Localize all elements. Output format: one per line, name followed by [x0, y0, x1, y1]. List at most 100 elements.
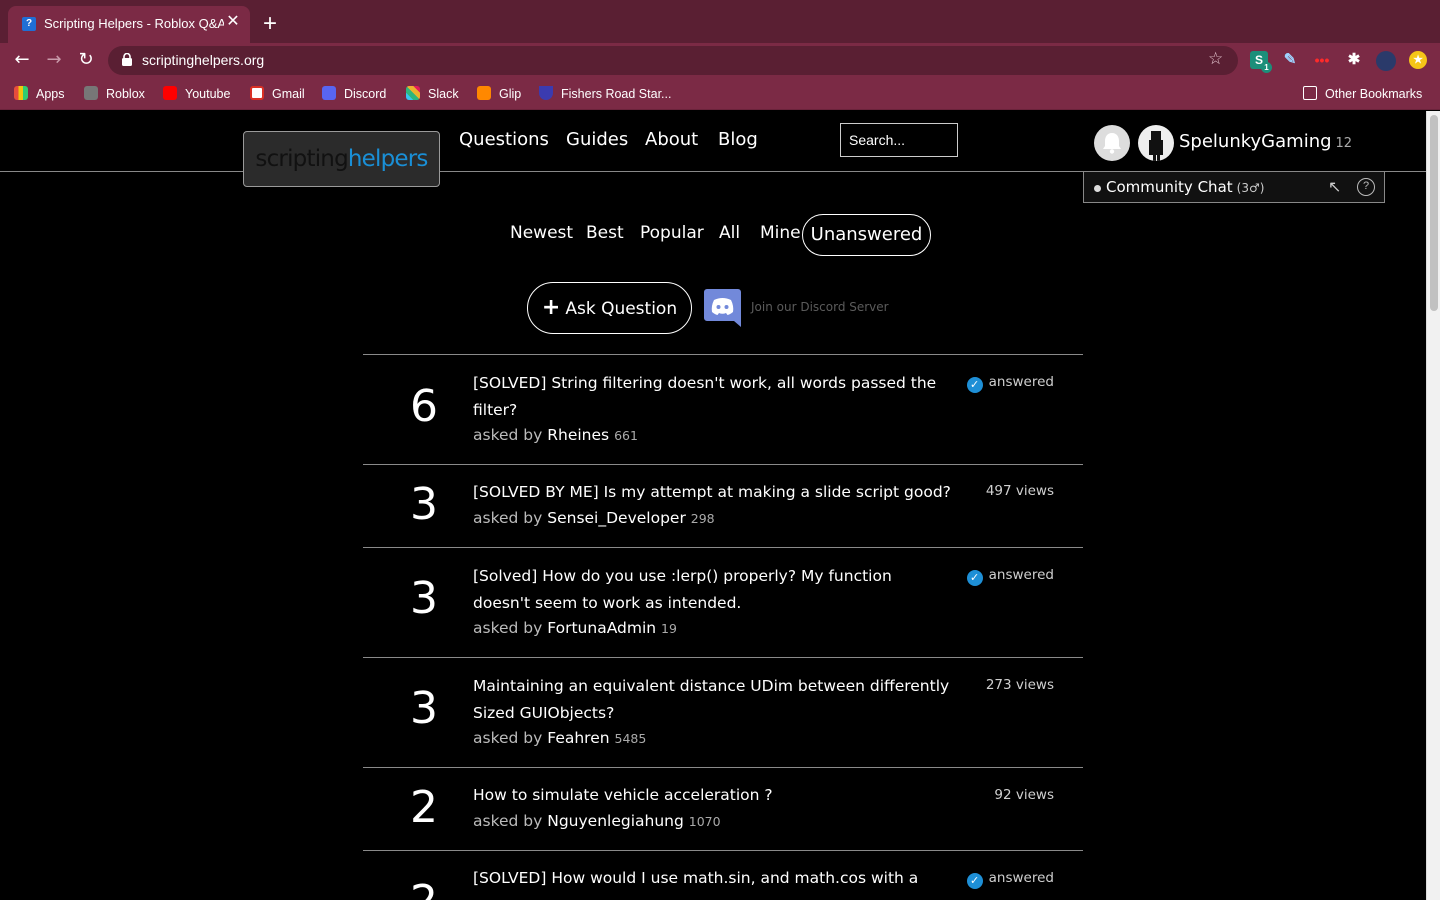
- tab-title: Scripting Helpers - Roblox Q&A: [44, 16, 224, 31]
- bookmark-label: Gmail: [272, 87, 305, 101]
- nav-guides[interactable]: Guides: [566, 129, 628, 150]
- bookmark-glip[interactable]: Glip: [477, 86, 521, 101]
- glip-icon: [477, 86, 491, 100]
- bookmark-gmail[interactable]: Gmail: [250, 86, 305, 101]
- browser-tabstrip: ? Scripting Helpers - Roblox Q&A ✕ +: [0, 0, 1440, 43]
- extensions-puzzle-icon[interactable]: ✱: [1345, 51, 1363, 69]
- discord-icon[interactable]: [703, 288, 742, 328]
- author-reputation: 5485: [614, 731, 647, 746]
- popout-arrow-icon[interactable]: ↖: [1328, 177, 1341, 196]
- chat-title: Community Chat: [1106, 178, 1233, 196]
- asked-by-label: asked by: [473, 509, 543, 527]
- nav-questions[interactable]: Questions: [459, 129, 549, 150]
- profile-avatar[interactable]: [1376, 51, 1396, 71]
- bookmark-label: Slack: [428, 87, 459, 101]
- question-title[interactable]: [SOLVED] How would I use math.sin, and m…: [473, 865, 953, 892]
- extension-badge: 1: [1261, 62, 1272, 73]
- author-reputation: 661: [614, 428, 638, 443]
- discord-icon: [322, 86, 336, 100]
- forward-arrow-icon[interactable]: →: [42, 48, 66, 72]
- bookmark-discord[interactable]: Discord: [322, 86, 386, 101]
- check-circle-icon: ✓: [966, 377, 983, 393]
- question-title[interactable]: Maintaining an equivalent distance UDim …: [473, 673, 953, 727]
- question-title[interactable]: [SOLVED BY ME] Is my attempt at making a…: [473, 479, 953, 506]
- question-status: ✓ answered: [966, 567, 1054, 586]
- bookmark-roblox[interactable]: Roblox: [84, 86, 145, 101]
- question-title[interactable]: [Solved] How do you use :lerp() properly…: [473, 563, 953, 617]
- bookmark-youtube[interactable]: Youtube: [163, 86, 230, 101]
- question-title[interactable]: How to simulate vehicle acceleration ?: [473, 782, 953, 809]
- site-logo[interactable]: scriptinghelpers: [243, 131, 440, 187]
- bookmark-label: Glip: [499, 87, 522, 101]
- filter-unanswered[interactable]: Unanswered: [802, 214, 931, 256]
- question-author[interactable]: FortunaAdmin: [547, 619, 656, 637]
- browser-tab[interactable]: ? Scripting Helpers - Roblox Q&A ✕: [8, 6, 250, 43]
- user-reputation: 12: [1335, 136, 1353, 151]
- extension-red-icon[interactable]: •••: [1313, 51, 1331, 69]
- chat-title-row: Community Chat (3♂): [1106, 178, 1264, 196]
- asked-by-label: asked by: [473, 729, 543, 747]
- ask-question-button[interactable]: + Ask Question: [527, 282, 692, 334]
- question-author[interactable]: Nguyenlegiahung: [547, 812, 684, 830]
- new-tab-icon[interactable]: +: [259, 12, 281, 36]
- question-status: 497 views: [986, 483, 1054, 499]
- avatar[interactable]: [1138, 125, 1174, 161]
- extension-pen-icon[interactable]: ✎: [1281, 51, 1299, 69]
- reload-icon[interactable]: ↻: [74, 48, 98, 72]
- lock-icon: [122, 53, 132, 66]
- bookmark-other[interactable]: Other Bookmarks: [1303, 86, 1422, 101]
- shield-icon: [539, 86, 553, 100]
- filter-newest[interactable]: Newest: [510, 223, 573, 243]
- tab-favicon-icon: ?: [22, 17, 36, 31]
- filter-best[interactable]: Best: [586, 223, 624, 243]
- list-divider: [363, 767, 1083, 768]
- status-text: answered: [988, 567, 1054, 583]
- address-bar[interactable]: scriptinghelpers.org ☆: [108, 46, 1238, 75]
- community-chat-bar[interactable]: Community Chat (3♂) ↖ ?: [1083, 171, 1385, 203]
- bookmarks-bar: Apps Roblox Youtube Gmail Discord Slack …: [0, 78, 1440, 110]
- bookmark-slack[interactable]: Slack: [406, 86, 459, 101]
- status-text: answered: [988, 374, 1054, 390]
- username-link[interactable]: SpelunkyGaming 12: [1179, 131, 1352, 152]
- bookmark-label: Fishers Road Star...: [561, 87, 672, 101]
- question-score: 3: [410, 683, 438, 734]
- list-divider: [363, 547, 1083, 548]
- question-meta: asked by Nguyenlegiahung 1070: [473, 812, 721, 830]
- logo-text-scripting: scripting: [255, 146, 348, 172]
- bookmark-label: Discord: [344, 87, 387, 101]
- search-input[interactable]: [840, 123, 958, 157]
- notification-bell-icon[interactable]: [1094, 125, 1130, 161]
- question-score: 6: [410, 381, 438, 432]
- discord-join-link[interactable]: Join our Discord Server: [751, 300, 889, 314]
- bookmark-apps[interactable]: Apps: [14, 86, 65, 101]
- browser-toolbar: ← → ↻ scriptinghelpers.org ☆ S 1 ✎ ••• ✱…: [0, 43, 1440, 78]
- back-arrow-icon[interactable]: ←: [10, 48, 34, 72]
- bookmark-star-icon[interactable]: ☆: [1208, 49, 1223, 69]
- scrollbar-thumb[interactable]: [1430, 115, 1438, 311]
- page-scrollbar[interactable]: [1426, 111, 1440, 900]
- list-divider: [363, 354, 1083, 355]
- question-author[interactable]: Rheines: [547, 426, 609, 444]
- url-text: scriptinghelpers.org: [142, 52, 265, 68]
- filter-all[interactable]: All: [719, 223, 740, 243]
- question-meta: asked by FortunaAdmin 19: [473, 619, 677, 637]
- slack-icon: [406, 86, 420, 100]
- filter-mine[interactable]: Mine: [760, 223, 801, 243]
- filter-popular[interactable]: Popular: [640, 223, 704, 243]
- asked-by-label: asked by: [473, 426, 543, 444]
- nav-about[interactable]: About: [645, 129, 698, 150]
- extension-yellow-icon[interactable]: ★: [1409, 51, 1427, 69]
- bookmark-fishers[interactable]: Fishers Road Star...: [539, 86, 671, 101]
- help-icon[interactable]: ?: [1357, 178, 1375, 196]
- question-status: 273 views: [986, 677, 1054, 693]
- question-author[interactable]: Feahren: [547, 729, 609, 747]
- list-divider: [363, 464, 1083, 465]
- question-title[interactable]: [SOLVED] String filtering doesn't work, …: [473, 370, 953, 424]
- question-status: ✓ answered: [966, 870, 1054, 889]
- check-circle-icon: ✓: [966, 873, 983, 889]
- tab-close-icon[interactable]: ✕: [224, 13, 242, 31]
- question-author[interactable]: Sensei_Developer: [547, 509, 686, 527]
- roblox-icon: [84, 86, 98, 100]
- nav-blog[interactable]: Blog: [718, 129, 758, 150]
- youtube-icon: [163, 86, 177, 100]
